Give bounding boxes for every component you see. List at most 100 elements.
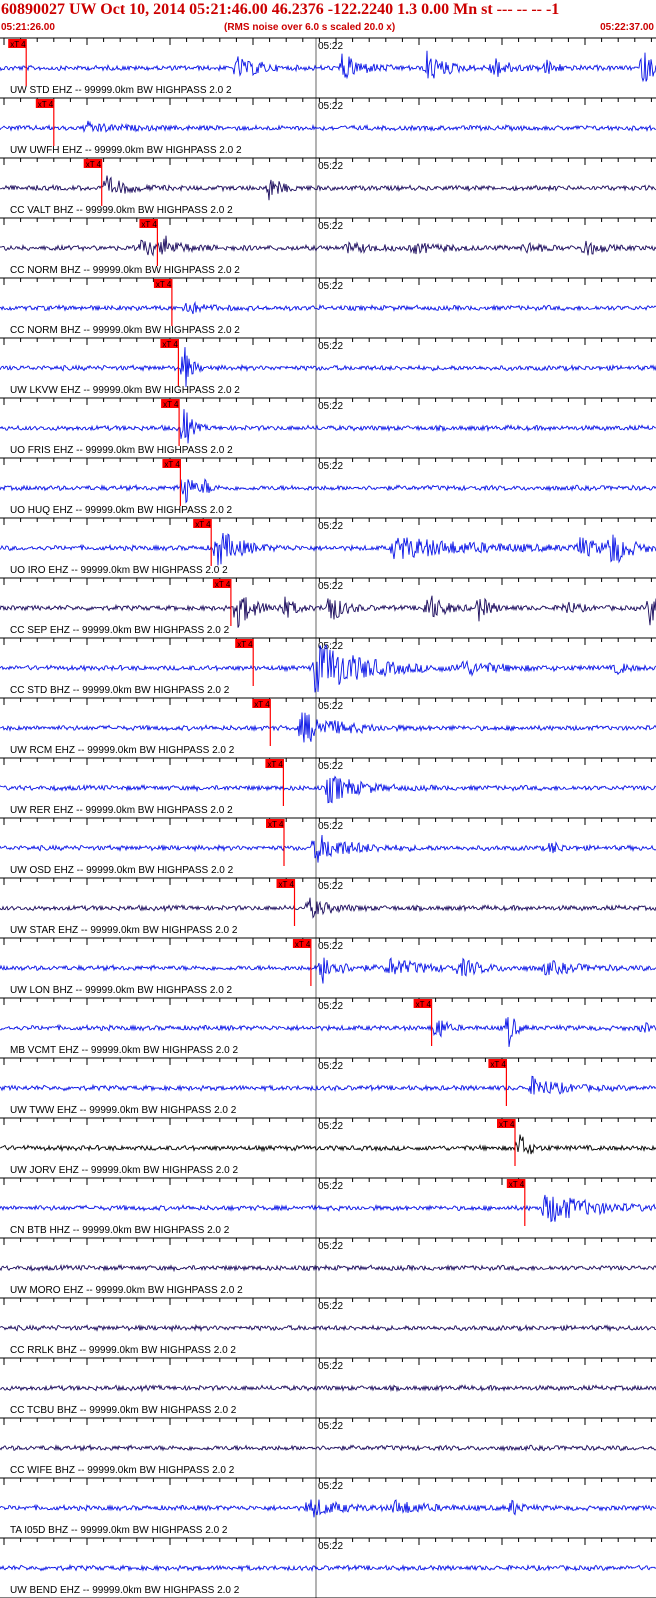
minute-label: 05:22 [318, 221, 343, 232]
trace-12: 05:22 xT 4 UW RER EHZ -- 99999.0km BW HIGH… [0, 757, 656, 818]
pick-label: xT 4 [267, 760, 283, 769]
trace-16: 05:22 xT 4 MB VCMT EHZ -- 99999.0km BW HIG… [0, 997, 656, 1058]
station-label: UW RCM EHZ -- 99999.0km BW HIGHPASS 2.0 … [10, 745, 235, 756]
pick-label: xT 4 [254, 700, 270, 709]
trace-21: 05:22 CC RRLK BHZ -- 99999.0km BW HIGHPAS… [0, 1297, 656, 1358]
pick-label: xT 4 [195, 520, 211, 529]
waveform [0, 175, 656, 201]
waveform [0, 1134, 656, 1155]
waveform [0, 1075, 656, 1095]
minute-label: 05:22 [318, 761, 343, 772]
waveform [0, 775, 656, 804]
trace-0: 05:22 xT 4 UW STD EHZ -- 99999.0km BW HIGH… [0, 37, 656, 98]
trace-25: 05:22 UW BEND EHZ -- 99999.0km BW HIGHPAS… [0, 1537, 656, 1598]
station-label: UW UWFH EHZ -- 99999.0km BW HIGHPASS 2.0… [10, 145, 242, 156]
waveform [0, 301, 656, 315]
minute-label: 05:22 [318, 1421, 343, 1432]
pick-label: xT 4 [141, 220, 157, 229]
pick-label: xT 4 [162, 340, 178, 349]
trace-7: 05:22 xT 4 UO HUQ EHZ -- 99999.0km BW HIGH… [0, 457, 656, 518]
pick-label: xT 4 [279, 880, 295, 889]
trace-3: 05:22 xT 4 CC NORM BHZ -- 99999.0km BW HIG… [0, 217, 656, 278]
pick-label: xT 4 [10, 40, 26, 49]
waveform [0, 1194, 656, 1223]
pick-label: xT 4 [164, 460, 180, 469]
station-label: UW RER EHZ -- 99999.0km BW HIGHPASS 2.0 … [10, 805, 233, 816]
station-label: TA I05D BHZ -- 99999.0km BW HIGHPASS 2.0… [10, 1525, 228, 1536]
station-label: MB VCMT EHZ -- 99999.0km BW HIGHPASS 2.0… [10, 1045, 238, 1056]
trace-24: 05:22 TA I05D BHZ -- 99999.0km BW HIGHPAS… [0, 1477, 656, 1538]
waveform [0, 1263, 656, 1273]
trace-4: 05:22 xT 4 CC NORM BHZ -- 99999.0km BW HIG… [0, 277, 656, 338]
minute-label: 05:22 [318, 1061, 343, 1072]
trace-14: 05:22 xT 4 UW STAR EHZ -- 99999.0km BW HIG… [0, 877, 656, 938]
station-label: UO HUQ EHZ -- 99999.0km BW HIGHPASS 2.0 … [10, 505, 233, 516]
station-label: UW STAR EHZ -- 99999.0km BW HIGHPASS 2.0… [10, 925, 238, 936]
pick-label: xT 4 [509, 1180, 525, 1189]
waveform [0, 1017, 656, 1047]
minute-label: 05:22 [318, 1241, 343, 1252]
minute-label: 05:22 [318, 881, 343, 892]
minute-label: 05:22 [318, 1541, 343, 1552]
station-label: UW OSD EHZ -- 99999.0km BW HIGHPASS 2.0 … [10, 865, 234, 876]
minute-label: 05:22 [318, 941, 343, 952]
waveform [0, 1499, 656, 1518]
waveform [0, 957, 656, 984]
waveform [0, 347, 656, 388]
minute-label: 05:22 [318, 1181, 343, 1192]
waveform [0, 834, 656, 863]
minute-label: 05:22 [318, 461, 343, 472]
minute-label: 05:22 [318, 521, 343, 532]
station-label: CC TCBU BHZ -- 99999.0km BW HIGHPASS 2.0… [10, 1405, 237, 1416]
minute-label: 05:22 [318, 341, 343, 352]
trace-2: 05:22 xT 4 CC VALT BHZ -- 99999.0km BW HIG… [0, 157, 656, 218]
station-label: UW LON BHZ -- 99999.0km BW HIGHPASS 2.0 … [10, 985, 233, 996]
minute-label: 05:22 [318, 821, 343, 832]
pick-label: xT 4 [163, 400, 179, 409]
trace-23: 05:22 CC WIFE BHZ -- 99999.0km BW HIGHPAS… [0, 1417, 656, 1478]
pick-label: xT 4 [499, 1120, 515, 1129]
waveform [0, 1384, 656, 1393]
trace-19: 05:22 xT 4 CN BTB HHZ -- 99999.0km BW HIGH… [0, 1177, 656, 1238]
trace-panel: 05:22 xT 4 UW STD EHZ -- 99999.0km BW HIGH… [0, 37, 656, 1598]
pick-label: xT 4 [295, 940, 311, 949]
waveform [0, 1323, 656, 1333]
trace-20: 05:22 UW MORO EHZ -- 99999.0km BW HIGHPAS… [0, 1237, 656, 1298]
waveform [0, 1563, 656, 1573]
minute-label: 05:22 [318, 701, 343, 712]
waveform [0, 478, 656, 504]
station-label: CC SEP EHZ -- 99999.0km BW HIGHPASS 2.0 … [10, 625, 230, 636]
minute-label: 05:22 [318, 1001, 343, 1012]
waveform [0, 595, 656, 628]
trace-9: 05:22 xT 4 CC SEP EHZ -- 99999.0km BW HIGH… [0, 577, 656, 638]
minute-label: 05:22 [318, 401, 343, 412]
minute-label: 05:22 [318, 641, 343, 652]
station-label: UW STD EHZ -- 99999.0km BW HIGHPASS 2.0 … [10, 85, 232, 96]
trace-18: 05:22 xT 4 UW JORV EHZ -- 99999.0km BW HIG… [0, 1117, 656, 1178]
waveform [0, 1443, 656, 1452]
station-label: CC STD BHZ -- 99999.0km BW HIGHPASS 2.0 … [10, 685, 230, 696]
waveform [0, 50, 656, 83]
station-label: UO IRO EHZ -- 99999.0km BW HIGHPASS 2.0 … [10, 565, 228, 576]
trace-1: 05:22 xT 4 UW UWFH EHZ -- 99999.0km BW HIG… [0, 97, 656, 158]
minute-label: 05:22 [318, 1361, 343, 1372]
trace-6: 05:22 xT 4 UO FRIS EHZ -- 99999.0km BW HIG… [0, 397, 656, 458]
trace-13: 05:22 xT 4 UW OSD EHZ -- 99999.0km BW HIGH… [0, 817, 656, 878]
station-label: UW LKVW EHZ -- 99999.0km BW HIGHPASS 2.0… [10, 385, 240, 396]
trace-11: 05:22 xT 4 UW RCM EHZ -- 99999.0km BW HIGH… [0, 697, 656, 758]
trace-22: 05:22 CC TCBU BHZ -- 99999.0km BW HIGHPAS… [0, 1357, 656, 1418]
station-label: CC WIFE BHZ -- 99999.0km BW HIGHPASS 2.0… [10, 1465, 235, 1476]
trace-5: 05:22 xT 4 UW LKVW EHZ -- 99999.0km BW HIG… [0, 337, 656, 398]
station-label: UW MORO EHZ -- 99999.0km BW HIGHPASS 2.0… [10, 1285, 243, 1296]
waveform [0, 897, 656, 919]
trace-10: 05:22 xT 4 CC STD BHZ -- 99999.0km BW HIGH… [0, 637, 656, 698]
minute-label: 05:22 [318, 581, 343, 592]
pick-label: xT 4 [156, 280, 172, 289]
station-label: CC NORM BHZ -- 99999.0km BW HIGHPASS 2.0… [10, 265, 240, 276]
station-label: UW BEND EHZ -- 99999.0km BW HIGHPASS 2.0… [10, 1585, 240, 1596]
seismogram-viewer: 60890027 UW Oct 10, 2014 05:21:46.00 46.… [0, 0, 656, 1598]
waveform [0, 235, 656, 257]
pick-label: xT 4 [237, 640, 253, 649]
waveform [0, 120, 656, 134]
station-label: UW TWW EHZ -- 99999.0km BW HIGHPASS 2.0 … [10, 1105, 237, 1116]
